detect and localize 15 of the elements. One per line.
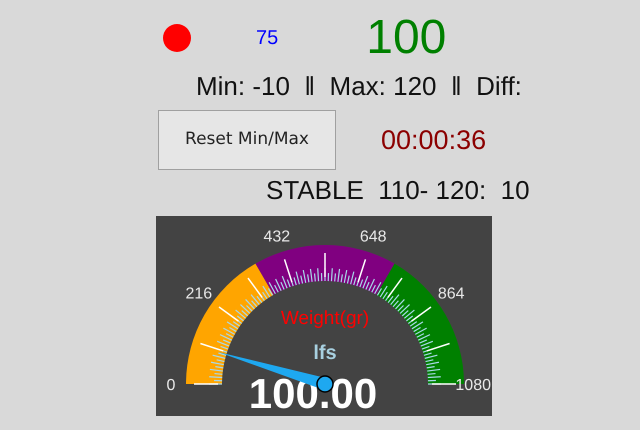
raw-reading: 75	[256, 26, 278, 51]
tick-label: 864	[438, 285, 465, 302]
tick-label: 0	[166, 377, 176, 394]
tick-label: 648	[360, 228, 387, 246]
elapsed-timer: 00:00:36	[381, 124, 486, 157]
tick-label: 1080	[455, 377, 491, 394]
gauge-title: Weight(gr)	[280, 308, 370, 329]
min-max-stats: Min: -10 ‖ Max: 120 ‖ Diff:	[196, 70, 522, 102]
reset-min-max-button[interactable]: Reset Min/Max	[158, 110, 336, 170]
main-reading: 100	[366, 14, 446, 62]
gauge-value: 100.00	[248, 370, 378, 416]
stable-status: STABLE 110- 120: 10	[266, 174, 530, 206]
gauge-unit: lfs	[313, 342, 337, 364]
tick-label: 216	[185, 285, 212, 302]
tick-label: 432	[263, 228, 290, 246]
